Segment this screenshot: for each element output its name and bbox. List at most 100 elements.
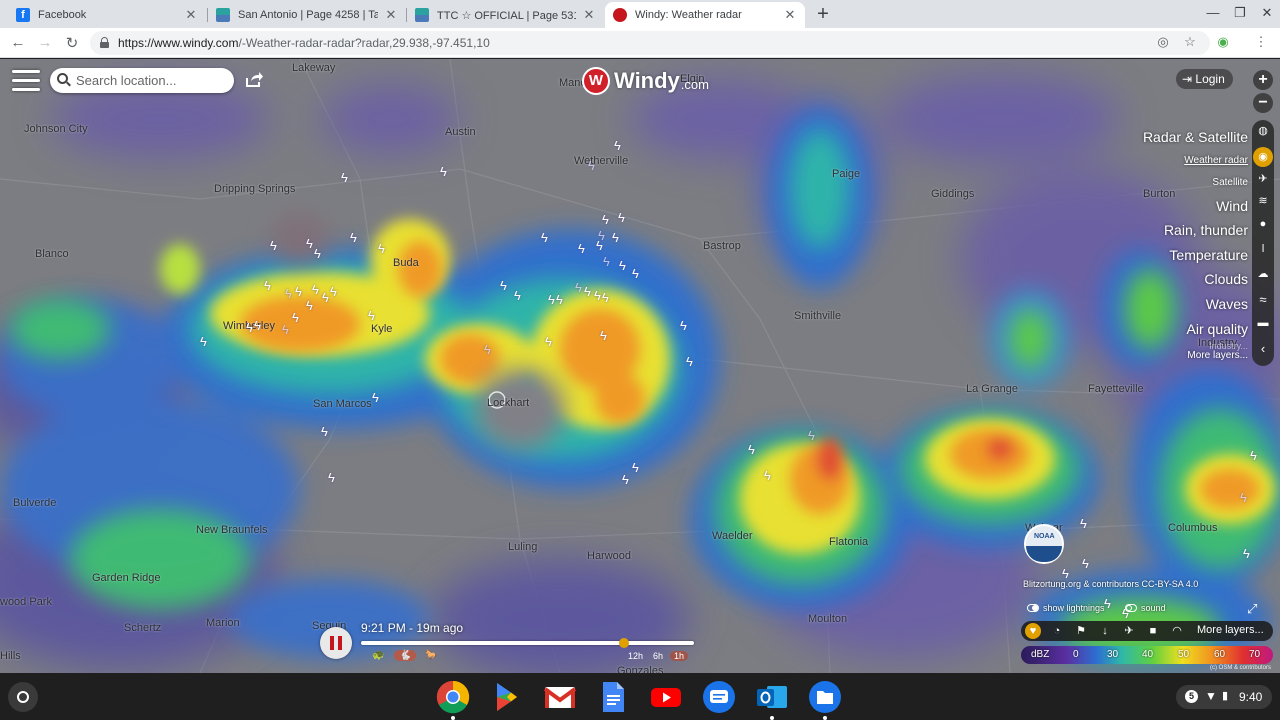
lightning-icon: ϟ [612, 230, 619, 245]
speed-medium-icon[interactable]: 🐇 [394, 650, 417, 661]
tab-windy[interactable]: Windy: Weather radar ✕ [605, 2, 805, 28]
layer-wind[interactable]: Wind [1143, 194, 1248, 219]
minimize-icon[interactable]: — [1203, 5, 1223, 20]
play-store-app-icon[interactable] [490, 680, 524, 714]
tab-san-antonio[interactable]: San Antonio | Page 4258 | Tacom ✕ [208, 2, 406, 28]
close-tab-icon[interactable]: ✕ [184, 7, 198, 23]
globe-icon[interactable]: ◍ [1252, 124, 1274, 137]
satellite-icon[interactable]: ✈ [1252, 172, 1274, 185]
layer-weather-radar[interactable]: Weather radar [1143, 150, 1248, 172]
layer-radar-satellite[interactable]: Radar & Satellite [1143, 125, 1248, 150]
close-window-icon[interactable]: ✕ [1257, 5, 1277, 21]
back-icon[interactable]: ← [9, 34, 27, 51]
pause-button[interactable] [320, 627, 352, 659]
status-tray[interactable]: 5 ▼ ▮ 9:40 [1176, 685, 1272, 709]
forum-favicon-icon [415, 8, 429, 22]
wind-icon[interactable]: ≋ [1252, 194, 1274, 207]
lightning-icon: ϟ [598, 228, 605, 243]
reload-icon[interactable]: ↻ [63, 34, 81, 52]
search-box[interactable] [50, 68, 234, 93]
layer-clouds[interactable]: Clouds [1143, 267, 1248, 292]
new-tab-icon[interactable]: + [812, 3, 834, 26]
radar-sweep-icon[interactable]: ◠ [1169, 623, 1185, 639]
close-tab-icon[interactable]: ✕ [783, 7, 797, 23]
chrome-menu-icon[interactable]: ⋮ [1252, 34, 1270, 50]
layer-air-quality[interactable]: Air quality [1143, 317, 1248, 342]
browser-toolbar: ← → ↻ https://www.windy.com/-Weather-rad… [0, 28, 1280, 58]
login-button[interactable]: ⇥ Login [1176, 69, 1233, 89]
tab-facebook[interactable]: f Facebook ✕ [8, 2, 206, 28]
cloud-icon[interactable]: ☁ [1252, 267, 1274, 280]
more-overlays-link[interactable]: More layers... [1197, 624, 1264, 636]
fullscreen-icon[interactable]: ⤢ [1247, 601, 1257, 617]
forum-favicon-icon [216, 8, 230, 22]
lightning-icon: ϟ [500, 278, 507, 293]
tab-title: Windy: Weather radar [635, 9, 742, 21]
weather-radar-map[interactable]: Lakeway Johnson City Austin Manor Elgin Wethe… [0, 59, 1280, 673]
zoom-in-button[interactable]: + [1253, 70, 1273, 90]
lightning-icon: ϟ [314, 246, 321, 261]
close-tab-icon[interactable]: ✕ [384, 7, 398, 23]
legend-tick: 0 [1073, 649, 1079, 660]
location-target-icon[interactable]: ◎ [1154, 34, 1172, 50]
speed-slow-icon[interactable]: 🐢 [372, 650, 384, 661]
zoom-out-button[interactable]: − [1253, 93, 1273, 113]
chrome-app-icon[interactable] [436, 680, 470, 714]
lightning-icon: ϟ [632, 460, 639, 475]
waves-icon[interactable]: ≈ [1252, 292, 1274, 307]
timeline-slider[interactable] [361, 638, 694, 648]
range-6h[interactable]: 6h [653, 651, 663, 661]
bookmark-star-icon[interactable]: ☆ [1181, 34, 1199, 50]
range-12h[interactable]: 12h [628, 651, 643, 661]
extension-icon[interactable]: ◉ [1214, 34, 1232, 50]
files-app-icon[interactable] [808, 680, 842, 714]
radar-icon[interactable]: ◉ [1253, 147, 1273, 167]
restore-icon[interactable]: ❐ [1230, 5, 1250, 21]
messages-app-icon[interactable] [702, 680, 736, 714]
city-label: Harwood [587, 550, 632, 562]
noaa-logo[interactable]: NOAA [1024, 524, 1064, 564]
camera-icon[interactable]: ■ [1145, 623, 1161, 639]
layer-rain-thunder[interactable]: Rain, thunder [1143, 218, 1248, 243]
airport-icon[interactable]: ✈ [1121, 623, 1137, 639]
launcher-icon[interactable] [8, 682, 38, 712]
layer-icon-rail: ◍ ◉ ✈ ≋ ● ǀ ☁ ≈ ▬ ‹ [1252, 120, 1274, 366]
address-bar[interactable]: https://www.windy.com/-Weather-radar-rad… [90, 31, 1210, 55]
show-lightnings-toggle[interactable]: show lightnings [1027, 603, 1105, 613]
forward-icon[interactable]: → [36, 34, 54, 51]
layer-temperature[interactable]: Temperature [1143, 243, 1248, 268]
layer-satellite[interactable]: Satellite [1143, 172, 1248, 194]
lock-icon [100, 37, 109, 48]
gmail-app-icon[interactable] [543, 680, 577, 714]
url-text[interactable]: https://www.windy.com/-Weather-radar-rad… [118, 36, 490, 50]
car-icon[interactable]: ▬ [1252, 317, 1274, 329]
windy-logo[interactable]: W Windy .com [582, 67, 709, 95]
lightning-icon: ϟ [614, 138, 621, 153]
close-tab-icon[interactable]: ✕ [582, 7, 596, 23]
docs-app-icon[interactable] [596, 680, 630, 714]
share-icon[interactable] [244, 69, 264, 89]
search-input[interactable] [76, 71, 226, 90]
drop-icon[interactable]: ● [1252, 218, 1274, 230]
more-layers-link[interactable]: More layers... [1143, 351, 1248, 361]
tab-title: TTC ☆ OFFICIAL | Page 5315 | Te [437, 9, 576, 22]
youtube-app-icon[interactable] [649, 680, 683, 714]
city-label: Lakeway [292, 62, 336, 74]
favorite-heart-icon[interactable]: ♥ [1025, 623, 1041, 639]
range-1h[interactable]: 1h [670, 651, 689, 661]
pin-icon[interactable]: ↓ [1097, 623, 1113, 639]
layer-waves[interactable]: Waves [1143, 292, 1248, 317]
speed-fast-icon[interactable]: 🐎 [425, 650, 437, 661]
city-label: Waelder [712, 530, 753, 542]
sound-toggle[interactable]: sound [1125, 603, 1166, 613]
tab-ttc[interactable]: TTC ☆ OFFICIAL | Page 5315 | Te ✕ [407, 2, 604, 28]
timeline-handle[interactable] [619, 638, 630, 648]
outlook-app-icon[interactable] [755, 680, 789, 714]
webcam-icon[interactable]: ◔ [1049, 623, 1065, 639]
menu-icon[interactable] [12, 70, 40, 92]
thermometer-icon[interactable]: ǀ [1252, 243, 1274, 255]
chevron-left-icon[interactable]: ‹ [1252, 341, 1274, 356]
lightning-icon: ϟ [292, 310, 299, 325]
flag-icon[interactable]: ⚑ [1073, 623, 1089, 639]
login-icon: ⇥ [1182, 72, 1196, 86]
